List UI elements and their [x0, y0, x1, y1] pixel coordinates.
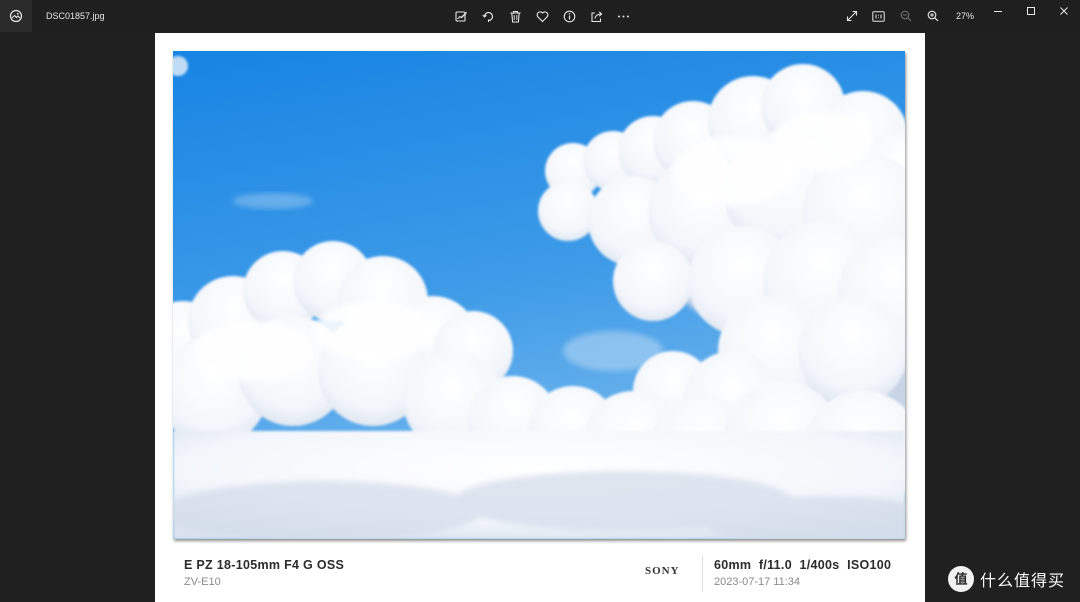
- zoom-out-icon: [900, 10, 911, 22]
- photo-frame-card: E PZ 18-105mm F4 G OSS ZV-E10 SONY 60mm …: [155, 33, 925, 602]
- delete-button[interactable]: [502, 0, 529, 32]
- file-name: DSC01857.jpg: [46, 11, 105, 21]
- share-button[interactable]: [583, 0, 610, 32]
- actual-size-icon: [872, 10, 885, 22]
- window-controls: [981, 0, 1080, 22]
- fullscreen-icon: [846, 10, 857, 22]
- delete-icon: [510, 10, 521, 23]
- zoom-out-button[interactable]: [892, 0, 919, 32]
- edit-image-button[interactable]: [448, 0, 475, 32]
- close-button[interactable]: [1047, 0, 1080, 22]
- watermark-logo-icon: 值: [948, 566, 974, 592]
- toolbar: [448, 0, 637, 32]
- actual-size-button[interactable]: [865, 0, 892, 32]
- brand-logo: SONY: [645, 565, 680, 577]
- app-back-button[interactable]: [0, 0, 32, 32]
- zoom-in-icon: [927, 10, 938, 22]
- rotate-icon: [482, 11, 494, 22]
- more-options-button[interactable]: [610, 0, 637, 32]
- zoom-level[interactable]: 27%: [950, 0, 980, 32]
- photo-caption: E PZ 18-105mm F4 G OSS ZV-E10 SONY 60mm …: [155, 555, 925, 602]
- fullscreen-button[interactable]: [838, 0, 865, 32]
- maximize-button[interactable]: [1014, 0, 1047, 22]
- minimize-icon: [993, 11, 1002, 12]
- sky-clouds-photo: [173, 51, 905, 539]
- maximize-icon: [1026, 7, 1035, 15]
- title-bar: DSC01857.jpg 27%: [0, 0, 1080, 32]
- favorite-button[interactable]: [529, 0, 556, 32]
- view-tools: 27%: [838, 0, 980, 32]
- photos-app-icon: [9, 9, 23, 23]
- more-options-icon: [618, 15, 629, 17]
- edit-image-icon: [455, 10, 467, 22]
- camera-model: ZV-E10: [184, 576, 221, 588]
- lens-name: E PZ 18-105mm F4 G OSS: [184, 558, 345, 572]
- zoom-in-button[interactable]: [919, 0, 946, 32]
- watermark-text: 什么值得买: [980, 571, 1066, 590]
- share-icon: [591, 10, 603, 22]
- minimize-button[interactable]: [981, 0, 1014, 22]
- rotate-button[interactable]: [475, 0, 502, 32]
- svg-text:值: 值: [954, 572, 967, 588]
- site-watermark: 值 什么值得买: [948, 564, 1065, 594]
- caption-divider: [702, 556, 703, 592]
- photos-app-window: DSC01857.jpg 27% E PZ 18-105mm F4 G OSS …: [0, 0, 1080, 602]
- info-button[interactable]: [556, 0, 583, 32]
- close-icon: [1059, 7, 1068, 15]
- photo-image[interactable]: [173, 51, 905, 539]
- info-icon: [563, 10, 576, 22]
- exif-settings: 60mm f/11.0 1/400s ISO100: [714, 558, 892, 572]
- favorite-heart-icon: [536, 10, 549, 22]
- capture-datetime: 2023-07-17 11:34: [714, 576, 801, 588]
